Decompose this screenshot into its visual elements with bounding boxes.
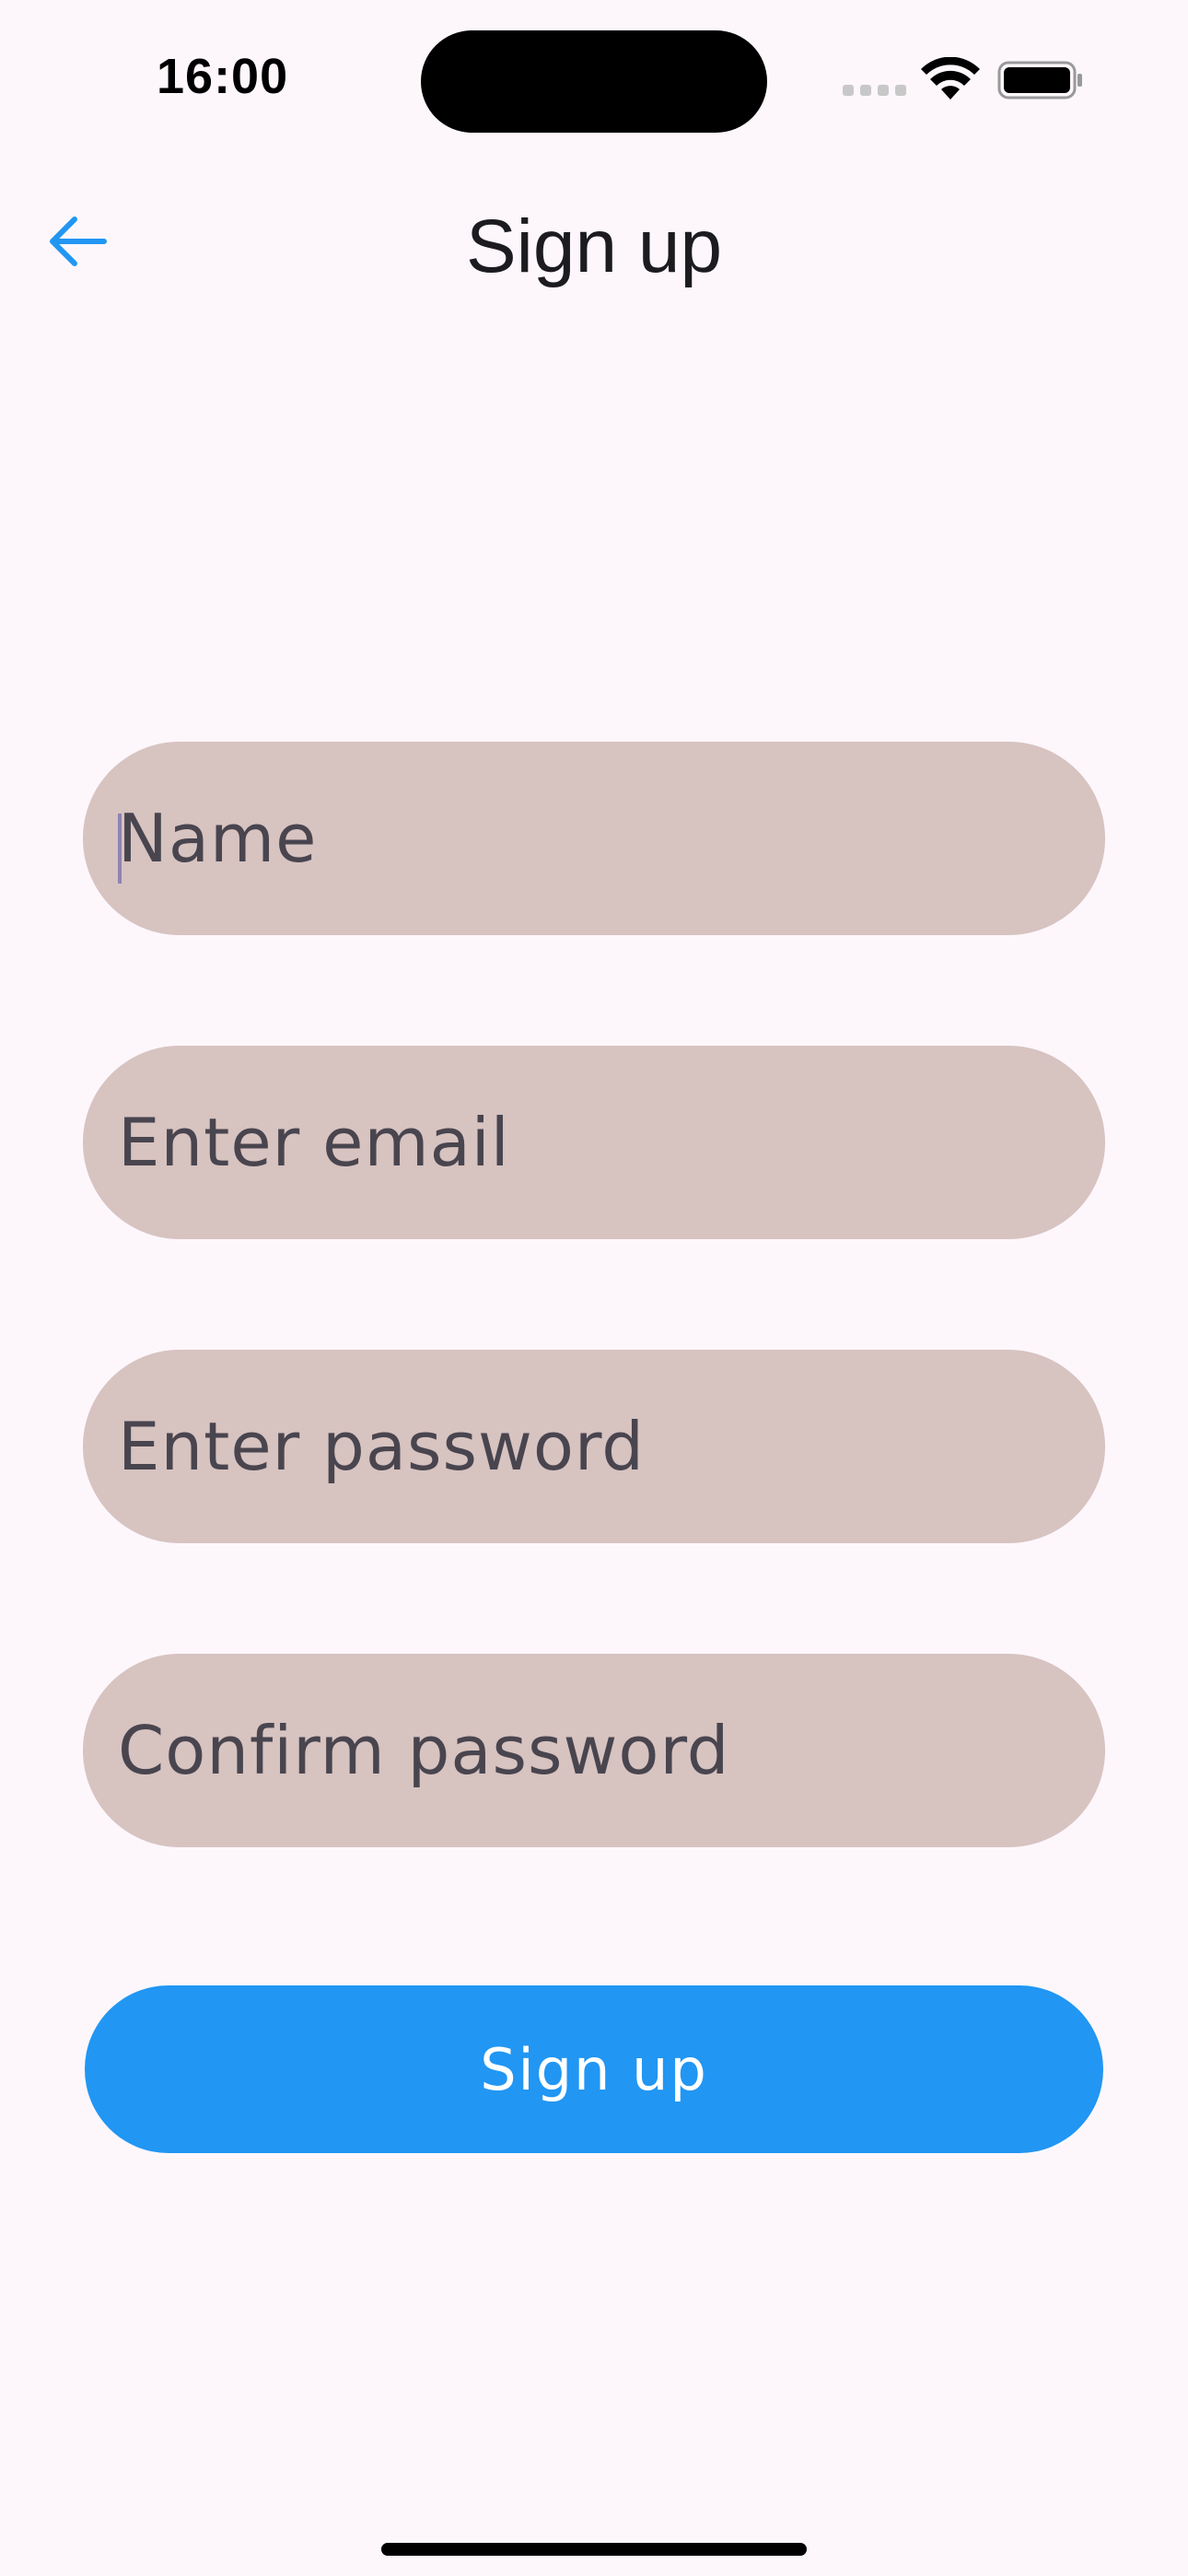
name-field[interactable] — [83, 742, 1105, 935]
sign-up-button[interactable]: Sign up — [85, 1985, 1103, 2153]
confirm-password-field[interactable] — [83, 1654, 1105, 1847]
password-input[interactable] — [118, 1350, 1105, 1543]
status-bar: 16:00 — [0, 0, 1188, 157]
sign-up-screen: 16:00 Sign up Name Enter email Sign up — [0, 0, 1188, 2576]
email-field[interactable] — [83, 1046, 1105, 1239]
text-cursor — [118, 814, 122, 884]
app-bar: Sign up — [0, 175, 1188, 313]
dynamic-island — [421, 30, 767, 133]
wifi-icon — [921, 57, 980, 100]
battery-icon — [997, 61, 1082, 100]
status-time: 16:00 — [157, 49, 289, 104]
email-input[interactable] — [118, 1046, 1105, 1239]
password-field[interactable] — [83, 1350, 1105, 1543]
name-input[interactable] — [118, 742, 1105, 935]
cellular-signal-icon — [843, 85, 907, 98]
home-indicator[interactable] — [381, 2543, 807, 2556]
confirm-password-input[interactable] — [118, 1654, 1105, 1847]
page-title: Sign up — [465, 205, 723, 288]
